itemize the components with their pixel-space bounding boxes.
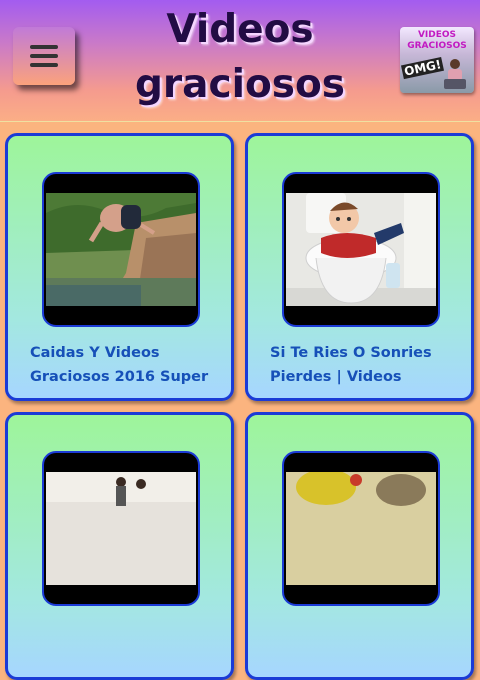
video-card[interactable]: Si Te Ries O Sonries Pierdes | Videos: [245, 133, 474, 401]
video-title-line-1: Caidas Y Videos: [30, 345, 160, 361]
menu-button[interactable]: [13, 27, 75, 85]
page-title: Videos graciosos: [120, 2, 360, 112]
video-title-line-1: Si Te Ries O Sonries: [270, 345, 432, 361]
app-logo[interactable]: VIDEOS GRACIOSOS OMG!: [400, 27, 474, 93]
video-thumbnail-cliff-jump: [46, 193, 196, 306]
logo-badge: OMG!: [400, 56, 445, 80]
video-thumbnail-toilet-baby: [286, 193, 436, 306]
video-title-line-2: Pierdes | Videos: [270, 369, 402, 385]
video-thumbnail-plush-toy: [286, 472, 436, 585]
video-card[interactable]: Caidas Y Videos Graciosos 2016 Super: [5, 133, 234, 401]
page-title-line-2: graciosos: [135, 62, 345, 107]
video-thumbnail-frame: [282, 451, 440, 606]
video-thumbnail-frame: [42, 451, 200, 606]
page-title-line-1: Videos: [166, 7, 314, 52]
logo-person-icon: [444, 59, 466, 89]
video-card[interactable]: [5, 412, 234, 680]
video-title: Caidas Y Videos Graciosos 2016 Super: [30, 341, 220, 389]
hamburger-menu-icon: [30, 40, 58, 72]
video-thumbnail-people-room: [46, 472, 196, 585]
logo-text-line-2: GRACIOSOS: [407, 41, 467, 51]
video-thumbnail-frame: [282, 172, 440, 327]
video-thumbnail-frame: [42, 172, 200, 327]
video-title: Si Te Ries O Sonries Pierdes | Videos: [270, 341, 460, 389]
video-card[interactable]: [245, 412, 474, 680]
app-header: Videos graciosos VIDEOS GRACIOSOS OMG!: [0, 0, 480, 122]
video-title-line-2: Graciosos 2016 Super: [30, 369, 209, 385]
